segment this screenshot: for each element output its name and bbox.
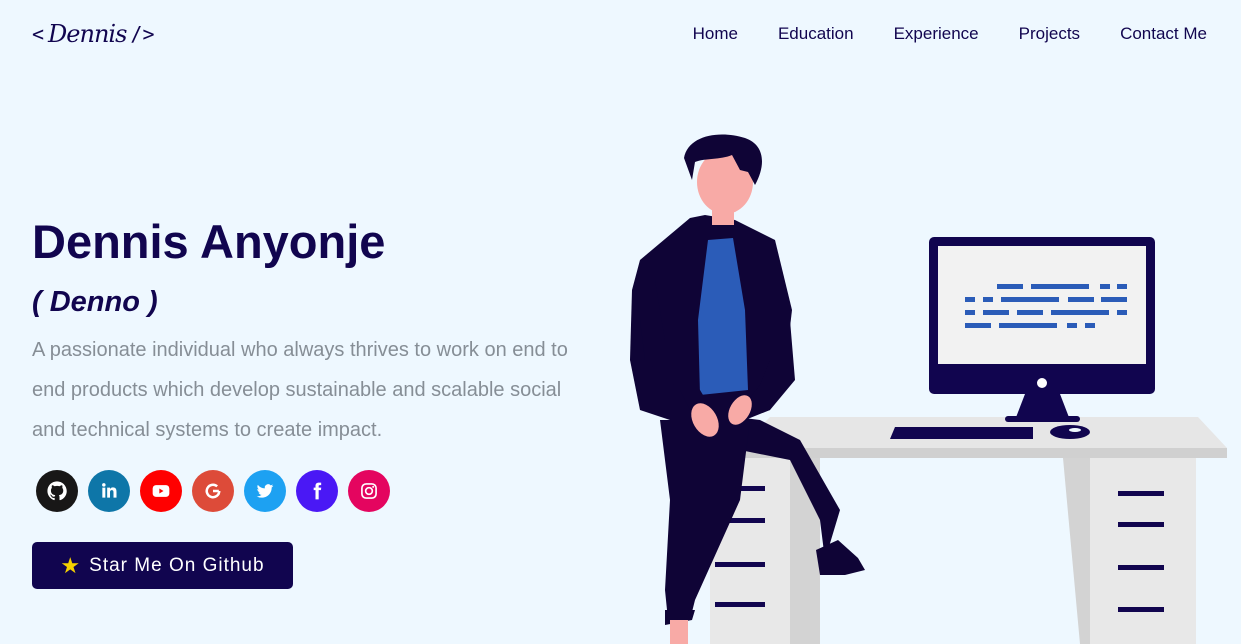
logo-open-bracket: < — [32, 22, 45, 46]
google-icon[interactable] — [192, 470, 234, 512]
main-nav: Home Education Experience Projects Conta… — [673, 20, 1227, 48]
star-button-label: Star Me On Github — [89, 554, 265, 576]
site-header: < Dennis /> Home Education Experience Pr… — [0, 0, 1241, 70]
keyboard — [890, 427, 1033, 439]
linkedin-icon[interactable] — [88, 470, 130, 512]
logo-close-bracket: /> — [130, 22, 155, 46]
star-on-github-button[interactable]: ★ Star Me On Github — [32, 542, 293, 589]
nav-experience[interactable]: Experience — [874, 20, 999, 48]
nav-home[interactable]: Home — [673, 20, 758, 48]
nav-projects[interactable]: Projects — [999, 20, 1100, 48]
logo[interactable]: < Dennis /> — [32, 14, 155, 54]
instagram-icon[interactable] — [348, 470, 390, 512]
nav-contact-me[interactable]: Contact Me — [1100, 20, 1227, 48]
facebook-icon[interactable] — [296, 470, 338, 512]
mouse — [1050, 425, 1090, 439]
nav-education[interactable]: Education — [758, 20, 874, 48]
youtube-icon[interactable] — [140, 470, 182, 512]
hero-description: A passionate individual who always thriv… — [32, 339, 568, 441]
star-icon: ★ — [60, 552, 82, 578]
hero-name: Dennis Anyonje — [32, 215, 386, 268]
logo-signature: Dennis — [48, 20, 127, 48]
developer-illustration — [630, 134, 1227, 644]
social-links — [36, 470, 390, 512]
hero-nickname: ( Denno ) — [32, 286, 158, 318]
monitor — [929, 237, 1155, 422]
twitter-icon[interactable] — [244, 470, 286, 512]
github-icon[interactable] — [36, 470, 78, 512]
